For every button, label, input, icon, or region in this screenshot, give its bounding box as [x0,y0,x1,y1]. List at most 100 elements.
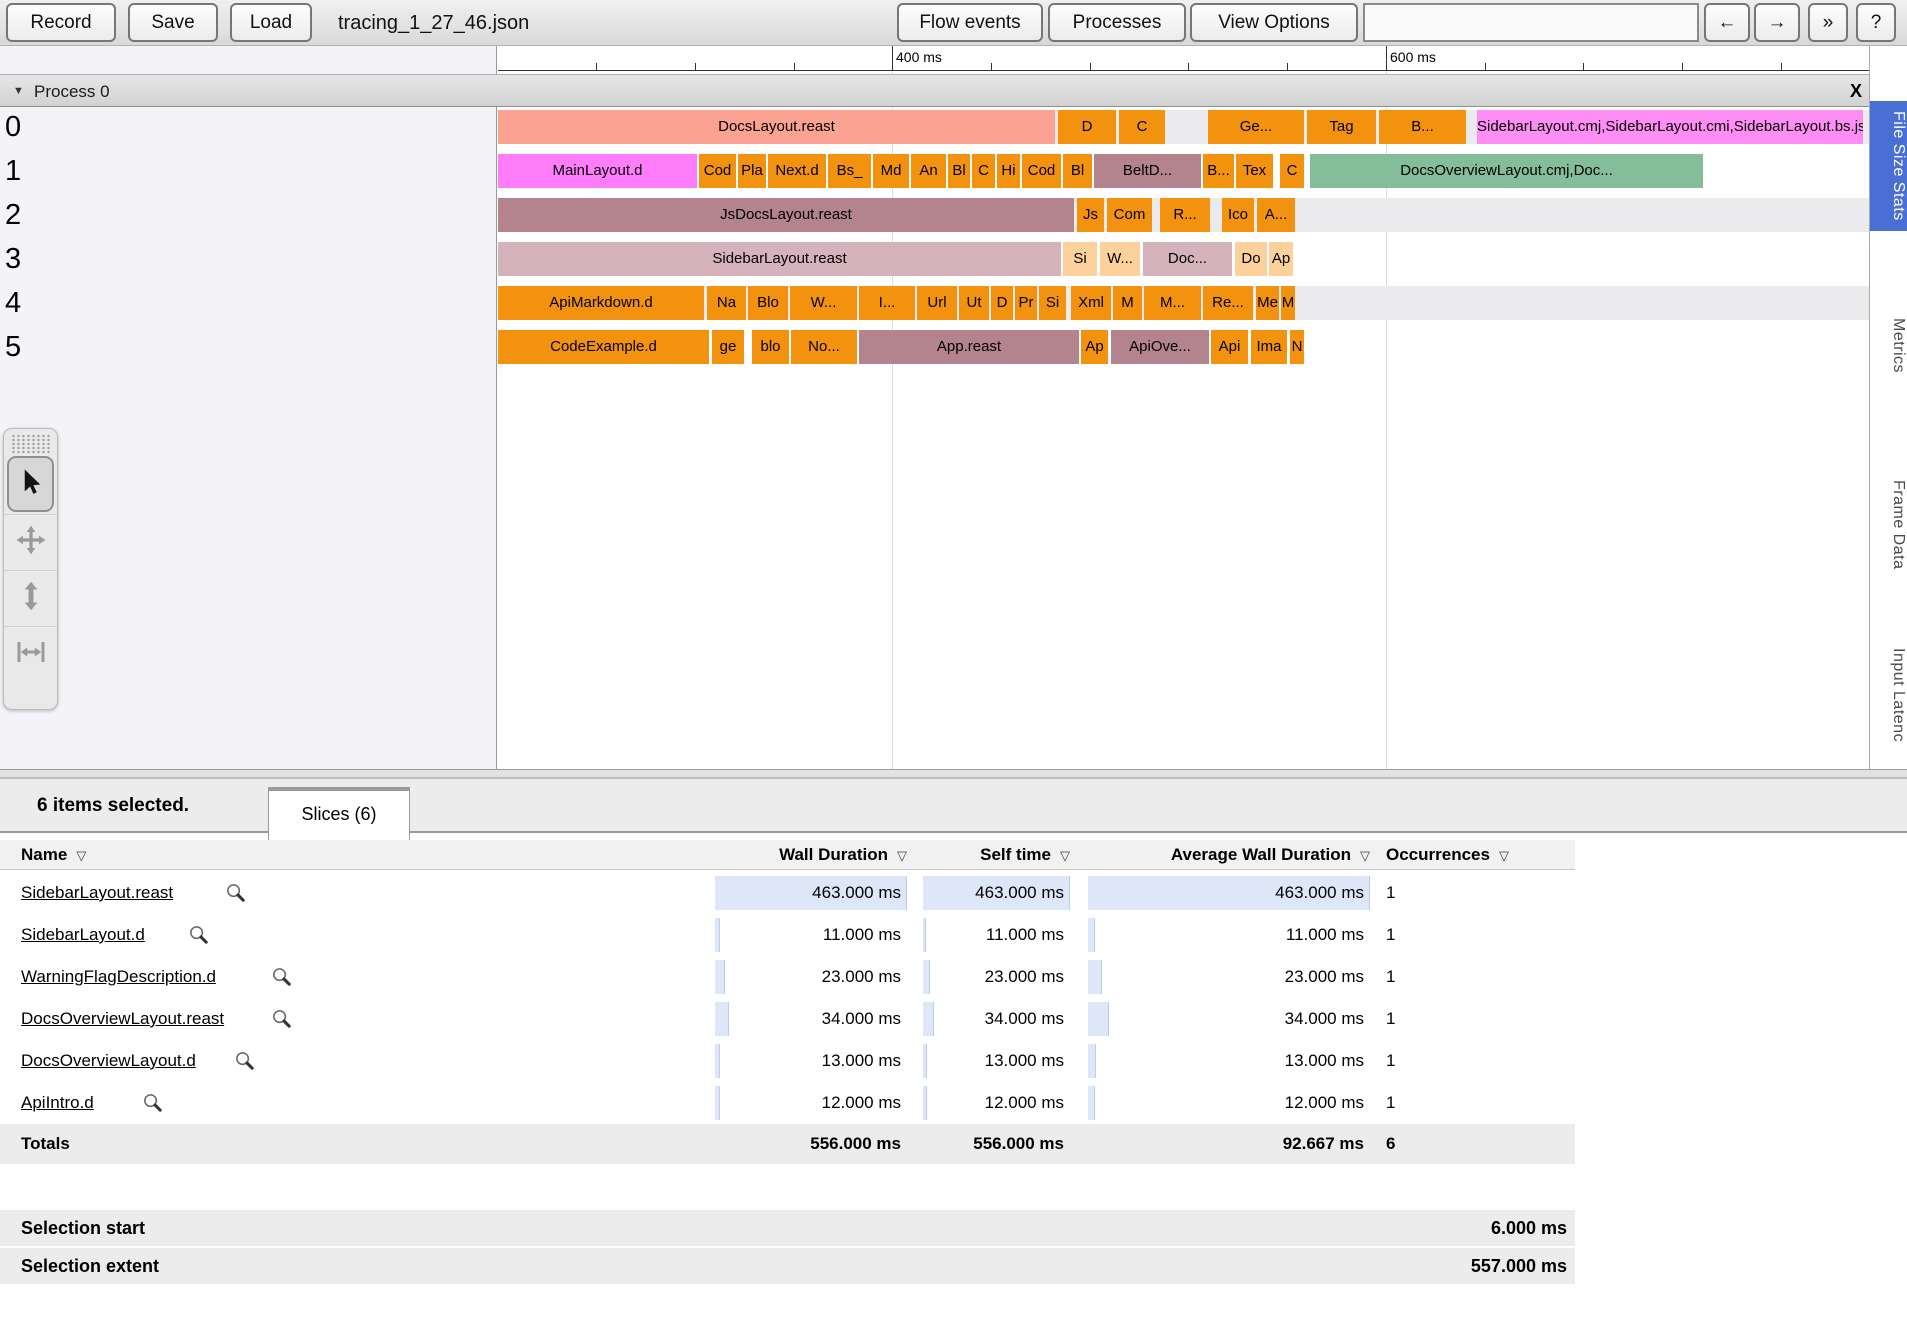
magnifier-icon[interactable] [233,1049,256,1077]
trace-slice[interactable]: CodeExample.d [498,330,709,364]
trace-slice[interactable]: ApiOve... [1111,330,1209,364]
trace-slice[interactable]: Com [1107,198,1152,232]
trace-slice[interactable]: B... [1379,110,1466,144]
trace-slice[interactable]: Hi [997,154,1020,188]
timing-tool-button[interactable] [4,626,57,682]
trace-slice[interactable]: M [1281,286,1295,320]
find-next-button[interactable]: → [1754,3,1800,42]
trace-slice[interactable]: ge [712,330,744,364]
trace-slice[interactable]: Na [707,286,746,320]
tab-slices[interactable]: Slices (6) [268,787,410,840]
trace-slice[interactable]: D [991,286,1013,320]
trace-slice[interactable]: Si [1063,242,1097,276]
slice-name-link[interactable]: DocsOverviewLayout.d [21,1040,196,1082]
sidebar-tab-file-size-stats[interactable]: File Size Stats [1870,101,1907,231]
column-header-self-time[interactable]: Self time▽ [923,840,1070,870]
trace-slice[interactable]: Url [917,286,957,320]
sidebar-tab-metrics[interactable]: Metrics [1870,308,1907,383]
trace-slice[interactable]: M [1113,286,1142,320]
flow-events-button[interactable]: Flow events [897,3,1043,42]
magnifier-icon[interactable] [141,1091,164,1119]
trace-slice[interactable]: R... [1160,198,1210,232]
trace-slice[interactable]: Blo [748,286,788,320]
slice-name-link[interactable]: DocsOverviewLayout.reast [21,998,224,1040]
trace-slice[interactable]: blo [752,330,789,364]
slice-name-link[interactable]: ApiIntro.d [21,1082,94,1124]
magnifier-icon[interactable] [270,1007,293,1035]
trace-slice[interactable]: Js [1077,198,1104,232]
slice-name-link[interactable]: WarningFlagDescription.d [21,956,216,998]
trace-slice[interactable]: JsDocsLayout.reast [498,198,1074,232]
trace-slice[interactable]: Me [1256,286,1279,320]
trace-slice[interactable]: I... [859,286,915,320]
more-options-button[interactable]: » [1808,3,1848,42]
trace-slice[interactable]: BeltD... [1094,154,1201,188]
trace-slice[interactable]: Bl [1063,154,1092,188]
trace-slice[interactable]: Bs_ [828,154,871,188]
trace-slice[interactable]: M... [1144,286,1201,320]
process-close-button[interactable]: X [1843,75,1869,108]
column-header-name[interactable]: Name▽ [21,840,86,870]
load-button[interactable]: Load [230,3,312,42]
trace-slice[interactable]: App.reast [859,330,1079,364]
trace-slice[interactable]: Next.d [768,154,826,188]
trace-slice[interactable]: SidebarLayout.cmj,SidebarLayout.cmi,Side… [1477,110,1863,144]
selection-tool-button[interactable] [7,456,54,512]
view-options-button[interactable]: View Options [1190,3,1358,42]
trace-slice[interactable]: A... [1257,198,1295,232]
trace-slice[interactable]: Bl [948,154,970,188]
trace-slice[interactable]: SidebarLayout.reast [498,242,1061,276]
trace-slice[interactable]: Ap [1269,242,1293,276]
slice-name-link[interactable]: SidebarLayout.d [21,914,145,956]
panel-splitter[interactable] [0,769,1907,779]
trace-slice[interactable]: DocsLayout.reast [498,110,1055,144]
trace-slice[interactable]: Cod [1022,154,1061,188]
process-header[interactable]: ▼ Process 0 X [0,74,1869,107]
trace-slice[interactable]: Re... [1203,286,1253,320]
trace-slice[interactable]: Ico [1222,198,1254,232]
collapse-chevron-icon[interactable]: ▼ [13,75,24,108]
trace-slice[interactable]: B... [1203,154,1234,188]
sidebar-tab-frame-data[interactable]: Frame Data [1870,470,1907,579]
magnifier-icon[interactable] [187,923,210,951]
trace-slice[interactable]: C [1280,154,1304,188]
trace-slice[interactable]: Tag [1307,110,1376,144]
trace-slice[interactable]: Ap [1081,330,1108,364]
trace-slice[interactable]: W... [790,286,857,320]
trace-slice[interactable]: An [911,154,946,188]
trace-slice[interactable]: Doc... [1143,242,1232,276]
pan-tool-button[interactable] [4,514,57,570]
help-button[interactable]: ? [1856,3,1896,42]
trace-slice[interactable]: Xml [1071,286,1111,320]
find-previous-button[interactable]: ← [1704,3,1750,42]
magnifier-icon[interactable] [270,965,293,993]
trace-slice[interactable]: Pla [738,154,766,188]
trace-slice[interactable]: No... [791,330,857,364]
zoom-tool-button[interactable] [4,570,57,626]
save-button[interactable]: Save [128,3,218,42]
trace-slice[interactable]: MainLayout.d [498,154,697,188]
sidebar-tab-input-latenc[interactable]: Input Latenc [1870,638,1907,752]
trace-slice[interactable]: Ut [959,286,989,320]
trace-slice[interactable]: D [1058,110,1116,144]
column-header-average-wall-duration[interactable]: Average Wall Duration▽ [1088,840,1370,870]
trace-slice[interactable]: Ima [1251,330,1287,364]
trace-slice[interactable]: Ge... [1208,110,1304,144]
trace-slice[interactable]: Do [1235,242,1267,276]
palette-drag-handle[interactable] [11,434,50,454]
trace-slice[interactable]: Pr [1015,286,1037,320]
trace-slice[interactable]: C [972,154,995,188]
column-header-wall-duration[interactable]: Wall Duration▽ [715,840,907,870]
trace-slice[interactable]: ApiMarkdown.d [498,286,704,320]
trace-slice[interactable]: Tex [1236,154,1273,188]
slice-name-link[interactable]: SidebarLayout.reast [21,872,173,914]
magnifier-icon[interactable] [224,881,247,909]
record-button[interactable]: Record [6,3,116,42]
search-input[interactable] [1363,3,1699,42]
processes-button[interactable]: Processes [1048,3,1186,42]
trace-slice[interactable]: Md [873,154,909,188]
trace-slice[interactable]: C [1119,110,1165,144]
trace-slice[interactable]: Cod [699,154,736,188]
trace-slice[interactable]: Api [1211,330,1248,364]
trace-slice[interactable]: N [1290,330,1304,364]
